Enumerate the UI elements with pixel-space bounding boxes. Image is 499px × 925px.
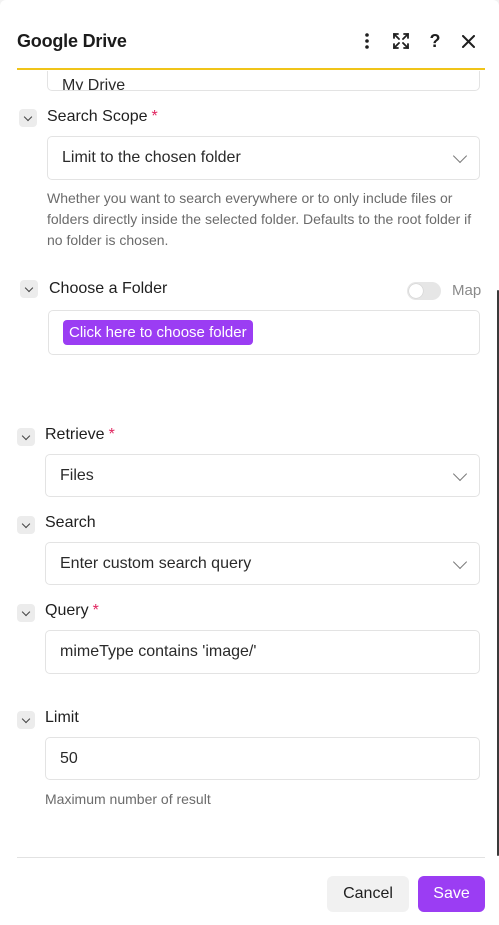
search-value: Enter custom search query [60,554,252,572]
query-label: Query * [45,602,99,619]
help-icon[interactable]: ? [424,30,446,52]
query-input[interactable]: mimeType contains 'image/' [45,630,480,674]
limit-help: Maximum number of result [45,791,211,807]
header-accent-line [17,68,485,70]
drive-select-value: My Drive [62,77,126,91]
footer-divider [17,857,485,858]
map-toggle-switch[interactable] [407,282,441,300]
drive-select[interactable]: My Drive [47,71,480,91]
chevron-down-icon [452,466,468,481]
search-select[interactable]: Enter custom search query [45,542,480,585]
search-scope-help: Whether you want to search everywhere or… [47,190,472,248]
choose-folder-label: Choose a Folder [49,280,168,297]
choose-folder-collapse-toggle[interactable] [20,280,38,298]
cancel-button[interactable]: Cancel [327,876,409,912]
search-scope-label: Search Scope * [47,108,158,125]
search-label: Search [45,514,96,531]
expand-icon[interactable] [390,30,412,52]
search-scope-value: Limit to the chosen folder [62,149,241,166]
panel-header: Google Drive ? [0,0,499,72]
chevron-down-icon [452,148,468,164]
limit-value: 50 [60,749,78,767]
google-drive-settings-panel: Google Drive ? My Drive Search Scope * Li… [0,0,499,925]
chevron-down-icon [452,554,468,569]
limit-collapse-toggle[interactable] [17,711,35,729]
save-button[interactable]: Save [418,876,485,912]
retrieve-collapse-toggle[interactable] [17,428,35,446]
search-scope-select[interactable]: Limit to the chosen folder [47,136,480,180]
retrieve-select[interactable]: Files [45,454,480,497]
map-label: Map [452,282,482,299]
search-scope-collapse-toggle[interactable] [19,109,37,127]
limit-label: Limit [45,709,79,726]
retrieve-value: Files [60,466,94,484]
more-options-icon[interactable] [356,30,378,52]
limit-input[interactable]: 50 [45,737,480,780]
panel-title: Google Drive [17,31,127,51]
query-collapse-toggle[interactable] [17,604,35,622]
query-value: mimeType contains 'image/' [60,643,257,660]
choose-folder-button[interactable]: Click here to choose folder [63,320,253,345]
retrieve-label: Retrieve * [45,426,115,443]
close-icon[interactable] [457,30,479,52]
search-collapse-toggle[interactable] [17,516,35,534]
